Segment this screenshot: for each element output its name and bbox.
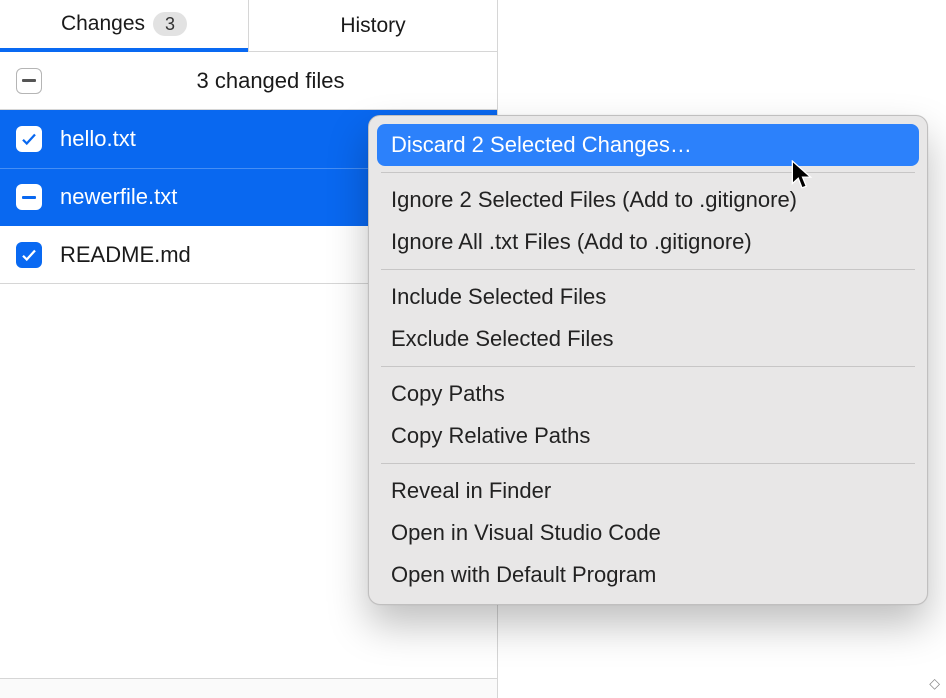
resize-handle-icon[interactable]: ◇ bbox=[929, 675, 940, 692]
context-menu-item[interactable]: Ignore All .txt Files (Add to .gitignore… bbox=[377, 221, 919, 263]
file-checkbox[interactable] bbox=[16, 242, 42, 268]
context-menu-item[interactable]: Copy Paths bbox=[377, 373, 919, 415]
file-checkbox[interactable] bbox=[16, 184, 42, 210]
context-menu-separator bbox=[381, 269, 915, 270]
select-all-checkbox[interactable] bbox=[16, 68, 42, 94]
changes-summary-text: 3 changed files bbox=[60, 68, 481, 94]
tab-changes-label: Changes bbox=[61, 12, 145, 36]
app-root: Changes 3 History 3 changed files hello.… bbox=[0, 0, 946, 698]
context-menu-item[interactable]: Copy Relative Paths bbox=[377, 415, 919, 457]
file-name: hello.txt bbox=[60, 126, 136, 152]
file-name: newerfile.txt bbox=[60, 184, 177, 210]
panel-footer bbox=[0, 678, 497, 698]
tab-bar: Changes 3 History bbox=[0, 0, 497, 52]
tab-history-label: History bbox=[340, 14, 405, 38]
context-menu-separator bbox=[381, 366, 915, 367]
context-menu-item[interactable]: Open in Visual Studio Code bbox=[377, 512, 919, 554]
context-menu[interactable]: Discard 2 Selected Changes… Ignore 2 Sele… bbox=[368, 115, 928, 605]
tab-history[interactable]: History bbox=[249, 0, 497, 51]
file-name: README.md bbox=[60, 242, 191, 268]
context-menu-item[interactable]: Discard 2 Selected Changes… bbox=[377, 124, 919, 166]
context-menu-separator bbox=[381, 172, 915, 173]
context-menu-item[interactable]: Open with Default Program bbox=[377, 554, 919, 596]
changes-summary-row: 3 changed files bbox=[0, 52, 497, 110]
file-checkbox[interactable] bbox=[16, 126, 42, 152]
context-menu-separator bbox=[381, 463, 915, 464]
context-menu-item[interactable]: Ignore 2 Selected Files (Add to .gitigno… bbox=[377, 179, 919, 221]
tab-changes[interactable]: Changes 3 bbox=[0, 0, 248, 52]
context-menu-item[interactable]: Reveal in Finder bbox=[377, 470, 919, 512]
context-menu-item[interactable]: Exclude Selected Files bbox=[377, 318, 919, 360]
changes-count-badge: 3 bbox=[153, 12, 187, 36]
context-menu-item[interactable]: Include Selected Files bbox=[377, 276, 919, 318]
